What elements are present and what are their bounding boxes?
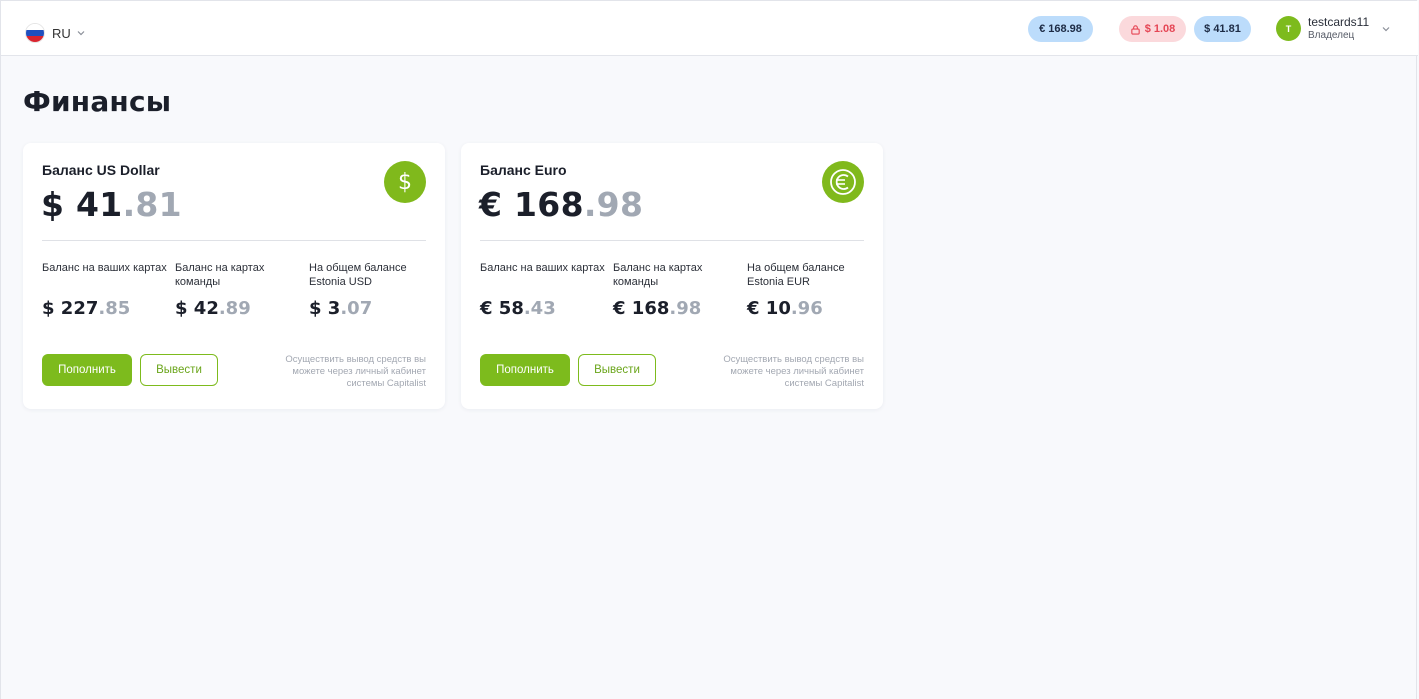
usd-balance-card: Баланс US Dollar $ 41.81 $ Баланс на ваш…	[23, 143, 445, 409]
sub-amount-main: $ 42	[175, 298, 219, 319]
sub-amount-main: € 58	[480, 298, 524, 319]
divider	[480, 240, 864, 241]
sub-amount-main: $ 3	[309, 298, 341, 319]
user-menu[interactable]: T testcards11 Владелец	[1276, 16, 1391, 41]
withdraw-button[interactable]: Вывести	[140, 354, 218, 386]
sub-amount-cents: .89	[218, 298, 251, 319]
sub-amount: € 58.43	[480, 298, 605, 319]
usd-balance-badge[interactable]: $ 41.81	[1194, 16, 1251, 42]
sub-balance-shared: На общем балансе Estonia EUR € 10.96	[747, 261, 872, 319]
lock-icon	[1130, 24, 1140, 35]
svg-text:$: $	[398, 170, 412, 195]
chevron-down-icon	[77, 31, 85, 36]
eur-balance-text: € 168.98	[1039, 23, 1082, 35]
sub-amount-cents: .98	[669, 298, 702, 319]
sub-balance-team-cards: Баланс на картах команды $ 42.89	[175, 261, 300, 319]
sub-amount: $ 42.89	[175, 298, 300, 319]
app-window: RU € 168.98 $ 1.08 $ 41.81 T testcards11…	[0, 0, 1418, 699]
chevron-down-icon	[1382, 26, 1390, 31]
sub-amount-cents: .85	[98, 298, 131, 319]
locked-balance-badge[interactable]: $ 1.08	[1119, 16, 1186, 42]
user-role: Владелец	[1308, 29, 1355, 41]
amount-main: $ 41	[41, 185, 123, 224]
card-amount: € 168.98	[479, 185, 643, 224]
sub-balance-your-cards: Баланс на ваших картах € 58.43	[480, 261, 605, 319]
sub-label: Баланс на ваших картах	[42, 262, 167, 274]
withdraw-hint: Осуществить вывод средств вы можете чере…	[285, 354, 426, 389]
sub-amount: $ 3.07	[309, 298, 434, 319]
sub-balance-shared: На общем балансе Estonia USD $ 3.07	[309, 261, 434, 319]
euro-icon	[822, 161, 864, 203]
eur-balance-card: Баланс Euro € 168.98 Баланс на ваших кар…	[461, 143, 883, 409]
card-amount: $ 41.81	[41, 185, 182, 224]
withdraw-hint: Осуществить вывод средств вы можете чере…	[723, 354, 864, 389]
sub-amount-cents: .07	[340, 298, 373, 319]
sub-label: Баланс на картах команды	[175, 262, 265, 288]
sub-label: Баланс на ваших картах	[480, 262, 605, 274]
page-title: Финансы	[23, 85, 172, 118]
amount-cents: .81	[122, 185, 182, 224]
deposit-button[interactable]: Пополнить	[42, 354, 132, 386]
locked-balance-text: $ 1.08	[1144, 23, 1176, 35]
sub-amount-cents: .43	[523, 298, 556, 319]
sub-amount-main: € 10	[747, 298, 791, 319]
sub-amount: € 168.98	[613, 298, 738, 319]
sub-amount-main: € 168	[613, 298, 670, 319]
user-name: testcards11	[1308, 15, 1370, 30]
top-bar: RU € 168.98 $ 1.08 $ 41.81 T testcards11…	[1, 1, 1418, 56]
divider	[42, 240, 426, 241]
sub-amount-main: $ 227	[42, 298, 99, 319]
card-title: Баланс Euro	[480, 162, 567, 178]
amount-cents: .98	[583, 185, 644, 224]
sub-amount: € 10.96	[747, 298, 872, 319]
usd-balance-text: $ 41.81	[1204, 23, 1241, 35]
sub-amount: $ 227.85	[42, 298, 167, 319]
language-selector[interactable]: RU	[25, 23, 86, 43]
russia-flag-icon	[25, 23, 45, 43]
language-code: RU	[52, 25, 71, 41]
amount-main: € 168	[479, 185, 584, 224]
sub-label: На общем балансе Estonia USD	[309, 262, 407, 288]
sub-label: Баланс на картах команды	[613, 262, 703, 288]
deposit-button[interactable]: Пополнить	[480, 354, 570, 386]
sub-balance-your-cards: Баланс на ваших картах $ 227.85	[42, 261, 167, 319]
dollar-icon: $	[384, 161, 426, 203]
sub-label: На общем балансе Estonia EUR	[747, 262, 845, 288]
withdraw-button[interactable]: Вывести	[578, 354, 656, 386]
sub-balance-team-cards: Баланс на картах команды € 168.98	[613, 261, 738, 319]
card-title: Баланс US Dollar	[42, 162, 160, 178]
avatar: T	[1276, 16, 1301, 41]
sub-amount-cents: .96	[790, 298, 823, 319]
eur-balance-badge[interactable]: € 168.98	[1028, 16, 1093, 42]
